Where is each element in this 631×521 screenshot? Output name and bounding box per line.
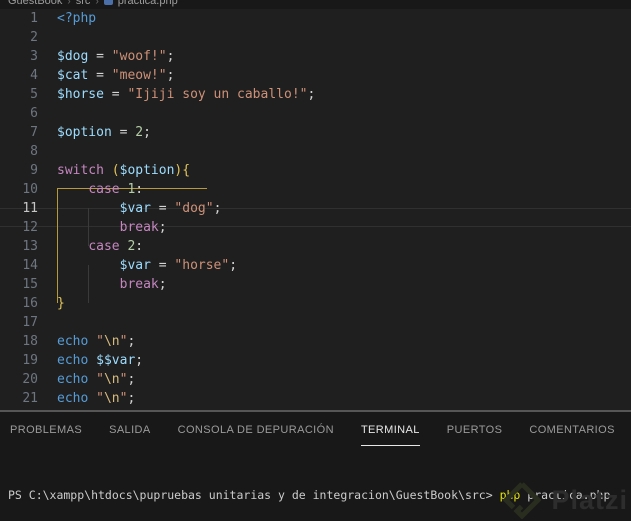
line-number[interactable]: 5 [0, 85, 38, 104]
line-number[interactable]: 13 [0, 237, 38, 256]
line-number[interactable]: 18 [0, 332, 38, 351]
code-line[interactable]: 13 case 2: [0, 237, 631, 256]
line-number[interactable]: 10 [0, 180, 38, 199]
line-number[interactable]: 2 [0, 28, 38, 47]
line-number[interactable]: 21 [0, 389, 38, 408]
code-text: break; [119, 277, 167, 292]
line-number[interactable]: 14 [0, 256, 38, 275]
line-number[interactable]: 19 [0, 351, 38, 370]
code-line[interactable]: 6 [0, 104, 631, 123]
code-line[interactable]: 1 <?php [0, 9, 631, 28]
terminal-prompt: PS C:\xampp\htdocs\pupruebas unitarias y… [8, 488, 500, 502]
code-line[interactable]: 7 $option = 2; [0, 123, 631, 142]
platzi-watermark: Platzi [503, 481, 628, 519]
code-line[interactable]: 20 echo "\n"; [0, 370, 631, 389]
code-text: $var = "dog"; [119, 201, 222, 216]
line-number[interactable]: 4 [0, 66, 38, 85]
code-editor[interactable]: 1 <?php 2 3 $dog = "woof!"; 4 $cat = "meow!"; 5… [0, 9, 631, 410]
code-text: $dog = "woof!"; [57, 49, 175, 64]
code-line[interactable]: 9 switch ($option){ [0, 161, 631, 180]
line-number[interactable]: 16 [0, 294, 38, 313]
line-number[interactable]: 11 [0, 199, 38, 218]
breadcrumb-item-file[interactable]: practica.php [118, 0, 178, 7]
line-number[interactable]: 1 [0, 9, 38, 28]
breadcrumb: GuestBook › src › practica.php [0, 0, 631, 9]
breadcrumb-item-project[interactable]: GuestBook [8, 0, 62, 7]
code-lines: 1 <?php 2 3 $dog = "woof!"; 4 $cat = "meow!"; 5… [0, 9, 631, 408]
panel-tab-comentarios[interactable]: COMENTARIOS [529, 412, 614, 446]
line-number[interactable]: 20 [0, 370, 38, 389]
code-line[interactable]: 18 echo "\n"; [0, 332, 631, 351]
vscode-window: GuestBook › src › practica.php 1 <?php 2 3 $… [0, 0, 631, 521]
code-text: case 1: [88, 182, 144, 197]
code-text: echo "\n"; [57, 334, 136, 349]
line-number[interactable]: 8 [0, 142, 38, 161]
code-text: break; [119, 220, 167, 235]
panel-tab-problemas[interactable]: PROBLEMAS [10, 412, 82, 446]
line-number[interactable]: 9 [0, 161, 38, 180]
code-line[interactable]: 12 break; [0, 218, 631, 237]
code-text: $var = "horse"; [119, 258, 238, 273]
code-text: $horse = "Ijiji soy un caballo!"; [57, 87, 316, 102]
code-text: } [57, 296, 65, 311]
breadcrumb-item-folder[interactable]: src [76, 0, 91, 7]
code-line[interactable]: 15 break; [0, 275, 631, 294]
code-text: $option = 2; [57, 125, 151, 140]
code-line[interactable]: 4 $cat = "meow!"; [0, 66, 631, 85]
php-file-icon [103, 0, 113, 5]
chevron-right-icon: › [67, 0, 71, 7]
line-number[interactable]: 15 [0, 275, 38, 294]
code-line[interactable]: 5 $horse = "Ijiji soy un caballo!"; [0, 85, 631, 104]
code-line[interactable]: 8 [0, 142, 631, 161]
line-number[interactable]: 7 [0, 123, 38, 142]
code-line[interactable]: 2 [0, 28, 631, 47]
line-number[interactable]: 12 [0, 218, 38, 237]
panel-tab-salida[interactable]: SALIDA [109, 412, 151, 446]
code-line[interactable]: 10 case 1: [0, 180, 631, 199]
bottom-panel: PROBLEMAS SALIDA CONSOLA DE DEPURACIÓN TERM… [0, 412, 631, 521]
line-number[interactable]: 6 [0, 104, 38, 123]
code-text: $cat = "meow!"; [57, 68, 175, 83]
code-text: echo "\n"; [57, 391, 136, 406]
panel-tab-consola-de-depuraci-n[interactable]: CONSOLA DE DEPURACIÓN [178, 412, 334, 446]
line-number[interactable]: 3 [0, 47, 38, 66]
code-line[interactable]: 14 $var = "horse"; [0, 256, 631, 275]
platzi-watermark-text: Platzi [551, 484, 628, 515]
panel-tabs: PROBLEMAS SALIDA CONSOLA DE DEPURACIÓN TERM… [0, 412, 631, 446]
code-line[interactable]: 16} [0, 294, 631, 313]
line-number[interactable]: 17 [0, 313, 38, 332]
code-line[interactable]: 17 [0, 313, 631, 332]
code-line[interactable]: 11 $var = "dog"; [0, 199, 631, 218]
code-line[interactable]: 3 $dog = "woof!"; [0, 47, 631, 66]
platzi-logo-icon [503, 482, 542, 519]
code-line[interactable]: 21 echo "\n"; [0, 389, 631, 408]
panel-tab-terminal[interactable]: TERMINAL [360, 412, 420, 446]
panel-tab-puertos[interactable]: PUERTOS [447, 412, 503, 446]
code-line[interactable]: 19 echo $$var; [0, 351, 631, 370]
code-text: case 2: [88, 239, 144, 254]
code-text: <?php [57, 11, 97, 26]
code-text: echo "\n"; [57, 372, 136, 387]
chevron-right-icon: › [95, 0, 99, 7]
code-text: switch ($option){ [57, 163, 191, 178]
code-text: echo $$var; [57, 353, 144, 368]
